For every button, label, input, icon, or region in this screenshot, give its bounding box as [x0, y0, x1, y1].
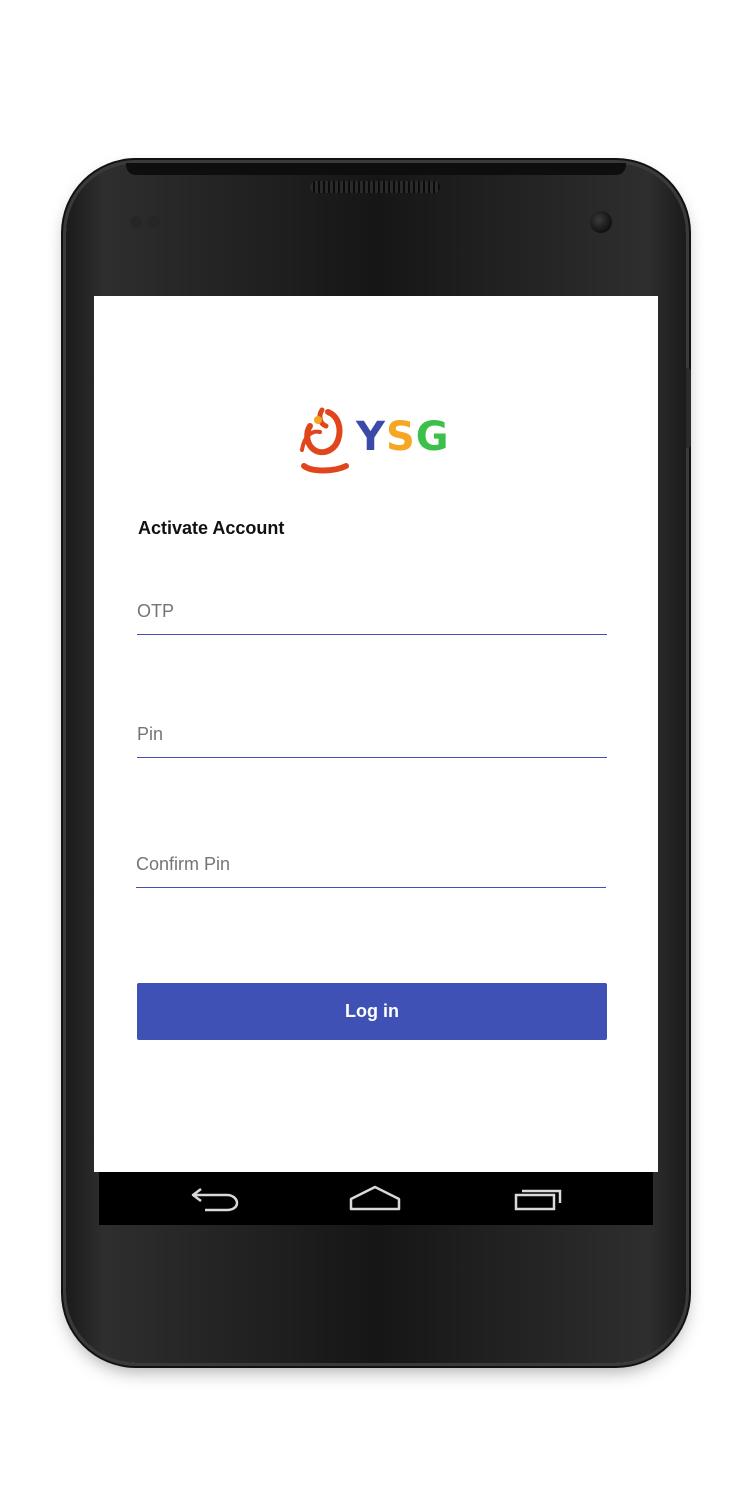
logo-letter-y: Y: [356, 414, 386, 460]
recent-apps-button[interactable]: [509, 1178, 569, 1218]
back-button[interactable]: [185, 1178, 245, 1218]
proximity-sensor: [130, 215, 170, 229]
phone-top-rim: [126, 163, 626, 175]
pin-field: [137, 699, 607, 758]
app-screen: YSG Activate Account Log in: [94, 296, 658, 1172]
logo-letter-g: G: [415, 414, 450, 460]
android-nav-bar: [99, 1172, 653, 1225]
otp-input[interactable]: [137, 596, 607, 626]
front-camera: [590, 211, 612, 233]
confirm-pin-field: [136, 829, 606, 888]
login-button[interactable]: Log in: [137, 983, 607, 1040]
otp-field: [137, 576, 607, 635]
speaker-grille: [310, 181, 440, 193]
back-icon: [191, 1188, 239, 1212]
confirm-pin-input[interactable]: [136, 849, 606, 879]
pin-input[interactable]: [137, 719, 607, 749]
home-icon: [349, 1185, 401, 1211]
recent-apps-icon: [514, 1189, 562, 1211]
ysg-logo: YSG: [298, 400, 458, 480]
logo-letter-s: S: [385, 414, 416, 460]
side-button: [686, 368, 691, 448]
home-button[interactable]: [345, 1178, 405, 1218]
page-title: Activate Account: [138, 518, 285, 538]
logo-mark-icon: [300, 407, 349, 474]
logo-wordmark: YSG: [356, 414, 450, 460]
